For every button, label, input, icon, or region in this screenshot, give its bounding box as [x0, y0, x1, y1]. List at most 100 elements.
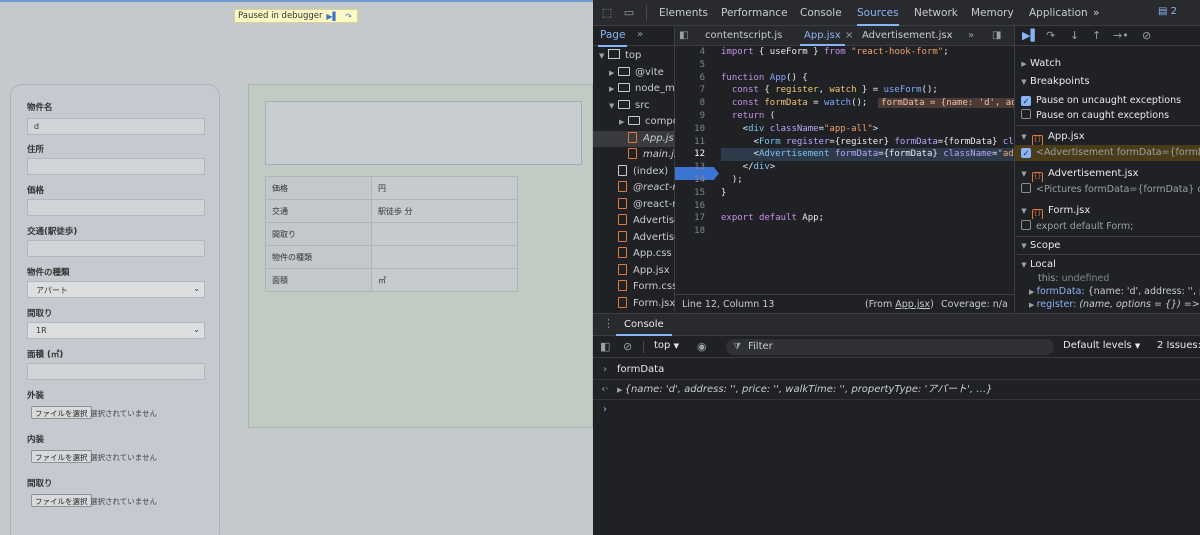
checkbox-unchecked[interactable]	[1021, 183, 1031, 193]
expand-arrow-icon[interactable]: ▶	[617, 386, 625, 394]
tab-network[interactable]: Network	[914, 0, 958, 26]
pause-uncaught-option[interactable]: ✓ Pause on uncaught exceptions	[1015, 93, 1200, 109]
scope-section[interactable]: ▼ Scope	[1015, 237, 1200, 254]
chevron-right-icon[interactable]: ▶	[619, 114, 628, 130]
source-origin-link[interactable]: App.jsx	[895, 299, 930, 310]
watch-section[interactable]: ▶ Watch	[1015, 55, 1200, 72]
price-input[interactable]	[27, 199, 205, 216]
breakpoint-file-form[interactable]: ▼ {} Form.jsx	[1015, 202, 1200, 219]
tree-item[interactable]: Form.jsx	[593, 296, 675, 312]
line-number[interactable]: 8	[700, 97, 705, 110]
tree-item[interactable]: ▶ compo	[593, 114, 675, 130]
issues-badge[interactable]: ▤ 2	[1158, 6, 1177, 17]
log-levels-select[interactable]: Default levels ▼	[1063, 340, 1140, 351]
tree-item[interactable]: App.jsx	[593, 263, 675, 279]
tree-item[interactable]: ▼ top	[593, 48, 675, 64]
tree-item[interactable]: Advertise	[593, 213, 675, 229]
floorplan-file-button[interactable]: ファイルを選択	[31, 494, 92, 507]
step-over-icon[interactable]: ↷	[342, 11, 354, 21]
step-out-icon[interactable]: ↑	[1092, 29, 1101, 42]
address-input[interactable]	[27, 158, 205, 175]
tree-item[interactable]: ▼ src	[593, 98, 675, 114]
drawer-menu-icon[interactable]: ⋮	[603, 317, 614, 330]
tree-item[interactable]: main.js	[593, 147, 675, 163]
tree-item[interactable]: App.css	[593, 246, 675, 262]
tree-item[interactable]: @react-r	[593, 180, 675, 196]
sidebar-toggle-icon[interactable]: ◧	[600, 340, 610, 353]
resume-icon[interactable]: ▶▌	[1022, 29, 1039, 42]
tree-item[interactable]: ▶ @vite	[593, 65, 675, 81]
line-number[interactable]: 6	[700, 72, 705, 85]
more-tabs-icon[interactable]: »	[1093, 0, 1099, 26]
line-number[interactable]: 7	[700, 84, 705, 97]
tab-sources[interactable]: Sources	[857, 0, 899, 26]
transit-input[interactable]	[27, 240, 205, 257]
console-filter-input[interactable]: ⧩ Filter	[726, 339, 1054, 355]
property-type-select[interactable]: アパート ⌄	[27, 281, 205, 298]
close-tab-icon[interactable]: ×	[845, 26, 853, 46]
line-number[interactable]: 16	[694, 200, 705, 213]
clear-console-icon[interactable]: ⊘	[623, 340, 632, 353]
resume-icon[interactable]: ▶▌	[326, 11, 338, 21]
step-into-icon[interactable]: ↓	[1070, 29, 1079, 42]
breakpoints-section[interactable]: ▼ Breakpoints	[1015, 73, 1200, 90]
line-number[interactable]: 11	[694, 136, 705, 149]
breakpoint-file-advertisement[interactable]: ▼ {} Advertisement.jsx	[1015, 165, 1200, 182]
source-code[interactable]: import { useForm } from "react-hook-form…	[721, 46, 1014, 294]
context-selector[interactable]: top ▼	[654, 340, 679, 351]
tree-item[interactable]: @react-r	[593, 197, 675, 213]
checkbox-checked[interactable]: ✓	[1021, 96, 1031, 106]
live-expression-eye-icon[interactable]: ◉	[697, 340, 707, 353]
line-number[interactable]: 9	[700, 110, 705, 123]
tree-item[interactable]: (index)	[593, 164, 675, 180]
interior-file-button[interactable]: ファイルを選択	[31, 450, 92, 463]
editor-tab-contentscript[interactable]: contentscript.js	[705, 26, 782, 46]
pause-caught-option[interactable]: Pause on caught exceptions	[1015, 108, 1200, 124]
exterior-file-button[interactable]: ファイルを選択	[31, 406, 92, 419]
chevron-right-icon[interactable]: ▶	[609, 81, 618, 97]
device-toolbar-icon[interactable]: ▭	[622, 6, 636, 20]
issues-counter[interactable]: 2 Issues:	[1157, 340, 1200, 351]
line-number[interactable]: 5	[700, 59, 705, 72]
breakpoint-file-app[interactable]: ▼ {} App.jsx	[1015, 128, 1200, 145]
tab-memory[interactable]: Memory	[971, 0, 1014, 26]
console-prompt[interactable]: ›	[593, 400, 1200, 420]
tab-elements[interactable]: Elements	[659, 0, 708, 26]
tab-console[interactable]: Console	[800, 0, 842, 26]
tab-console-drawer[interactable]: Console	[616, 314, 672, 336]
tab-page[interactable]: Page	[597, 29, 628, 47]
line-number[interactable]: 12	[694, 148, 705, 161]
tree-item[interactable]: Form.css	[593, 279, 675, 295]
line-number[interactable]: 10	[694, 123, 705, 136]
checkbox-unchecked[interactable]	[1021, 220, 1031, 230]
layout-select[interactable]: 1R ⌄	[27, 322, 205, 339]
editor-tab-advertisement-jsx[interactable]: Advertisement.jsx	[862, 26, 953, 46]
step-over-icon[interactable]: ↷	[1046, 29, 1055, 42]
checkbox-unchecked[interactable]	[1021, 109, 1031, 119]
breakpoint-entry-active[interactable]: ✓ <Advertisement formData={formData	[1015, 145, 1200, 161]
checkbox-checked[interactable]: ✓	[1021, 148, 1031, 158]
breakpoint-entry[interactable]: <Pictures formData={formData} cla	[1015, 182, 1200, 198]
editor-tab-app-jsx[interactable]: App.jsx	[800, 26, 845, 46]
chevron-right-icon[interactable]: ▶	[609, 65, 618, 81]
line-number[interactable]: 14	[694, 174, 705, 187]
step-icon[interactable]: →•	[1113, 29, 1129, 42]
chevron-down-icon[interactable]: ▼	[599, 48, 608, 64]
line-gutter[interactable]: 4 5 6 7 8 9 10 11 12 13 14 15 16 17 18	[675, 46, 719, 294]
line-number[interactable]: 17	[694, 212, 705, 225]
line-number[interactable]: 18	[694, 225, 705, 238]
name-input[interactable]: d	[27, 118, 205, 135]
breakpoint-entry[interactable]: export default Form;	[1015, 219, 1200, 235]
deactivate-breakpoints-icon[interactable]: ⊘	[1142, 29, 1151, 42]
chevron-down-icon[interactable]: ▼	[609, 98, 618, 114]
more-editor-tabs-icon[interactable]: »	[968, 26, 974, 46]
toggle-debugger-icon[interactable]: ◨	[992, 26, 1001, 46]
tree-item[interactable]: Advertise	[593, 230, 675, 246]
tab-performance[interactable]: Performance	[721, 0, 788, 26]
area-input[interactable]	[27, 363, 205, 380]
toggle-navigator-icon[interactable]: ◧	[679, 26, 688, 46]
line-number[interactable]: 13	[694, 161, 705, 174]
scope-var-register[interactable]: ▶ register: (name, options = {}) => {…}	[1015, 297, 1200, 313]
tree-item[interactable]: App.js	[593, 130, 675, 147]
tree-item[interactable]: ▶ node_mo	[593, 81, 675, 97]
